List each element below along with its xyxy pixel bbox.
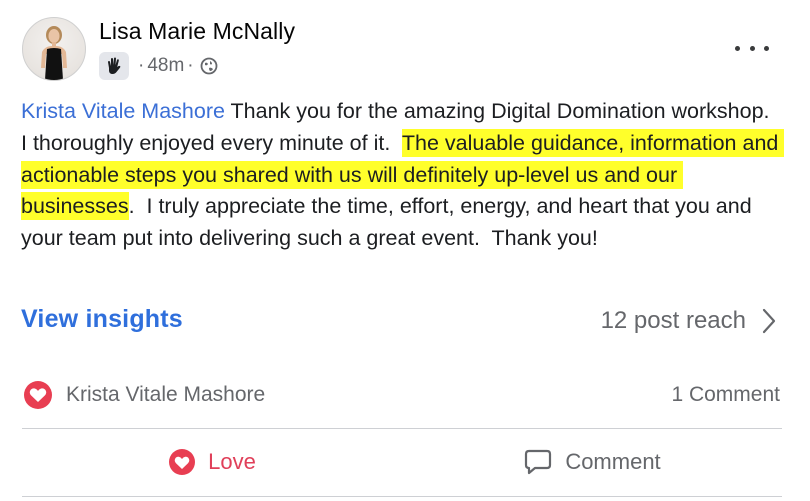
meta-separator: · <box>187 55 194 76</box>
waving-hand-icon[interactable] <box>99 52 129 80</box>
avatar-portrait-icon <box>41 26 67 80</box>
comment-label: Comment <box>565 449 661 474</box>
post-reach-label: 12 post reach <box>600 307 746 334</box>
post-body: Krista Vitale Mashore Thank you for the … <box>21 96 785 255</box>
divider <box>22 496 782 497</box>
love-label: Love <box>208 449 256 474</box>
more-horizontal-icon[interactable] <box>735 38 769 58</box>
author-avatar[interactable] <box>22 17 86 81</box>
reaction-names: Krista Vitale Mashore <box>66 383 266 406</box>
speech-bubble-icon <box>523 448 553 476</box>
divider <box>22 428 782 429</box>
heart-icon <box>24 381 52 409</box>
heart-icon <box>168 448 196 476</box>
post-meta: · 48m · <box>99 52 218 80</box>
comment-button[interactable]: Comment <box>402 436 782 488</box>
comment-count[interactable]: 1 Comment <box>671 380 780 410</box>
post-timestamp[interactable]: 48m <box>147 55 184 77</box>
facebook-post: Lisa Marie McNally · 48m · Krista Vitale… <box>0 0 810 501</box>
post-reach[interactable]: 12 post reach <box>601 305 776 337</box>
author-name[interactable]: Lisa Marie McNally <box>99 18 295 45</box>
reaction-summary[interactable]: Krista Vitale Mashore <box>24 380 265 410</box>
action-bar: Love Comment <box>22 436 782 488</box>
view-insights-link[interactable]: View insights <box>21 305 183 334</box>
meta-separator: · <box>138 55 145 76</box>
chevron-right-icon <box>762 308 776 334</box>
globe-icon[interactable] <box>200 57 218 75</box>
mention-link[interactable]: Krista Vitale Mashore <box>21 99 225 123</box>
post-text-part: . I truly appreciate the time, effort, e… <box>21 194 758 251</box>
love-button[interactable]: Love <box>22 436 402 488</box>
